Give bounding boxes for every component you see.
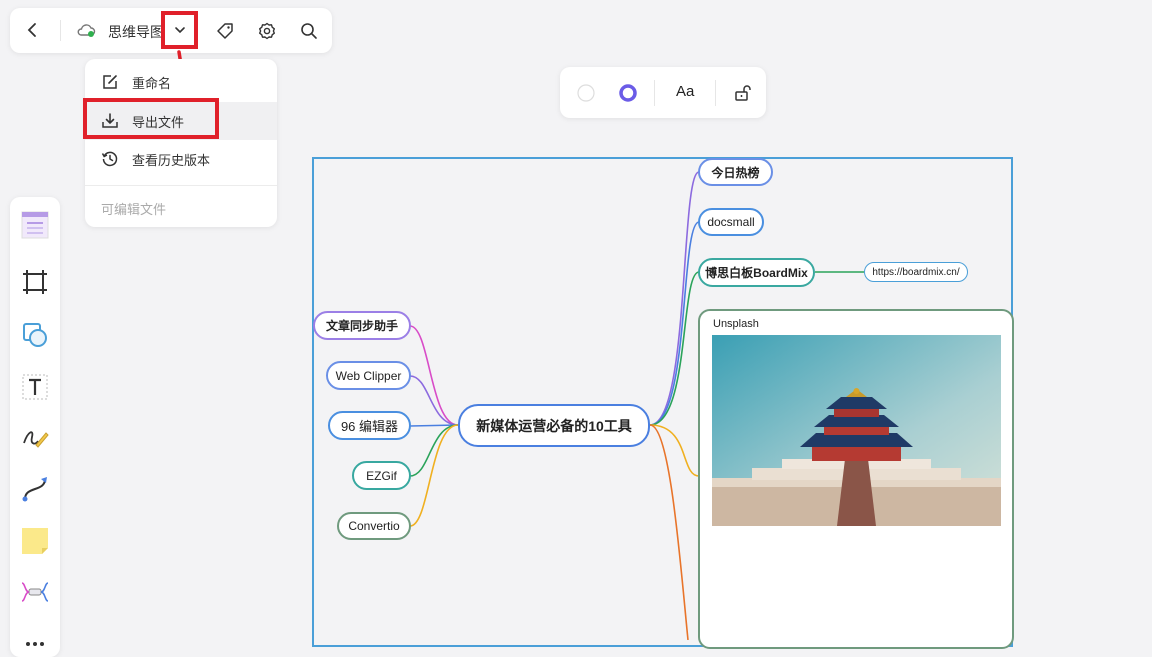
history-icon — [100, 149, 120, 169]
chevron-down-icon — [174, 27, 185, 34]
mindmap-tool[interactable] — [15, 572, 55, 612]
menu-footer-editable: 可编辑文件 — [101, 202, 167, 217]
text-icon — [22, 374, 48, 400]
format-divider — [715, 80, 716, 106]
menu-divider — [85, 185, 277, 186]
font-style-button[interactable]: Aa — [676, 83, 694, 100]
left-toolbar — [10, 197, 60, 657]
fill-circle-icon — [577, 84, 595, 102]
lock-button[interactable] — [731, 81, 755, 105]
mindmap-node-left-4[interactable]: EZGif — [352, 461, 411, 490]
tag-button[interactable] — [213, 19, 237, 43]
temple-image — [712, 335, 1001, 526]
frame-icon — [23, 270, 47, 294]
file-dropdown-menu: 重命名 导出文件 查看历史版本 可编辑文件 — [83, 59, 277, 227]
template-tool[interactable] — [15, 205, 55, 245]
mindmap-node-left-2[interactable]: Web Clipper — [326, 361, 411, 390]
mindmap-node-right-1[interactable]: 今日热榜 — [698, 158, 773, 186]
mindmap-icon — [21, 582, 49, 602]
chevron-left-icon — [27, 23, 36, 37]
sticky-note-icon — [22, 528, 48, 554]
mindmap-root-node[interactable]: 新媒体运营必备的10工具 — [458, 404, 650, 447]
mindmap-node-left-5[interactable]: Convertio — [337, 512, 411, 540]
shape-icon — [23, 323, 47, 347]
toolbar-divider — [60, 20, 61, 41]
connector-tool[interactable] — [15, 469, 55, 509]
border-color-button[interactable] — [616, 81, 640, 105]
search-button[interactable] — [297, 19, 321, 43]
image-card[interactable]: Unsplash — [698, 309, 1014, 649]
tag-icon — [217, 23, 233, 39]
more-tools-button[interactable] — [15, 617, 55, 657]
back-button[interactable] — [21, 18, 45, 42]
menu-item-rename[interactable]: 重命名 — [85, 63, 277, 101]
menu-item-history[interactable]: 查看历史版本 — [85, 140, 277, 178]
image-card-title: Unsplash — [713, 318, 759, 330]
border-ring-icon — [619, 84, 637, 102]
mindmap-node-left-3[interactable]: 96 编辑器 — [328, 411, 411, 440]
top-toolbar: 思维导图 — [10, 8, 332, 53]
settings-button[interactable] — [255, 19, 279, 43]
pen-tool[interactable] — [15, 418, 55, 458]
pen-icon — [23, 431, 49, 448]
shape-tool[interactable] — [15, 315, 55, 355]
format-divider — [654, 80, 655, 106]
frame-tool[interactable] — [15, 262, 55, 302]
file-title[interactable]: 思维导图 — [108, 22, 164, 42]
connector-icon — [22, 477, 47, 502]
mindmap-link-node[interactable]: https://boardmix.cn/ — [864, 262, 968, 282]
file-menu-dropdown-button[interactable] — [161, 11, 198, 49]
fill-color-button[interactable] — [574, 81, 598, 105]
mindmap-node-left-1[interactable]: 文章同步助手 — [313, 311, 411, 340]
mindmap-node-right-2[interactable]: docsmall — [698, 208, 764, 236]
cloud-synced-icon — [76, 22, 96, 43]
unlock-icon — [735, 85, 751, 101]
sticky-note-tool[interactable] — [15, 521, 55, 561]
export-highlight-box — [83, 98, 219, 139]
text-tool[interactable] — [15, 367, 55, 407]
mindmap-node-right-3[interactable]: 博思白板BoardMix — [698, 258, 815, 287]
gear-icon — [259, 22, 275, 40]
edit-icon — [100, 72, 120, 92]
template-icon — [21, 211, 49, 239]
search-icon — [301, 23, 317, 39]
format-toolbar: Aa — [560, 67, 766, 118]
more-icon — [26, 642, 44, 646]
menu-item-label: 重命名 — [132, 75, 172, 91]
menu-item-label: 查看历史版本 — [132, 152, 211, 168]
